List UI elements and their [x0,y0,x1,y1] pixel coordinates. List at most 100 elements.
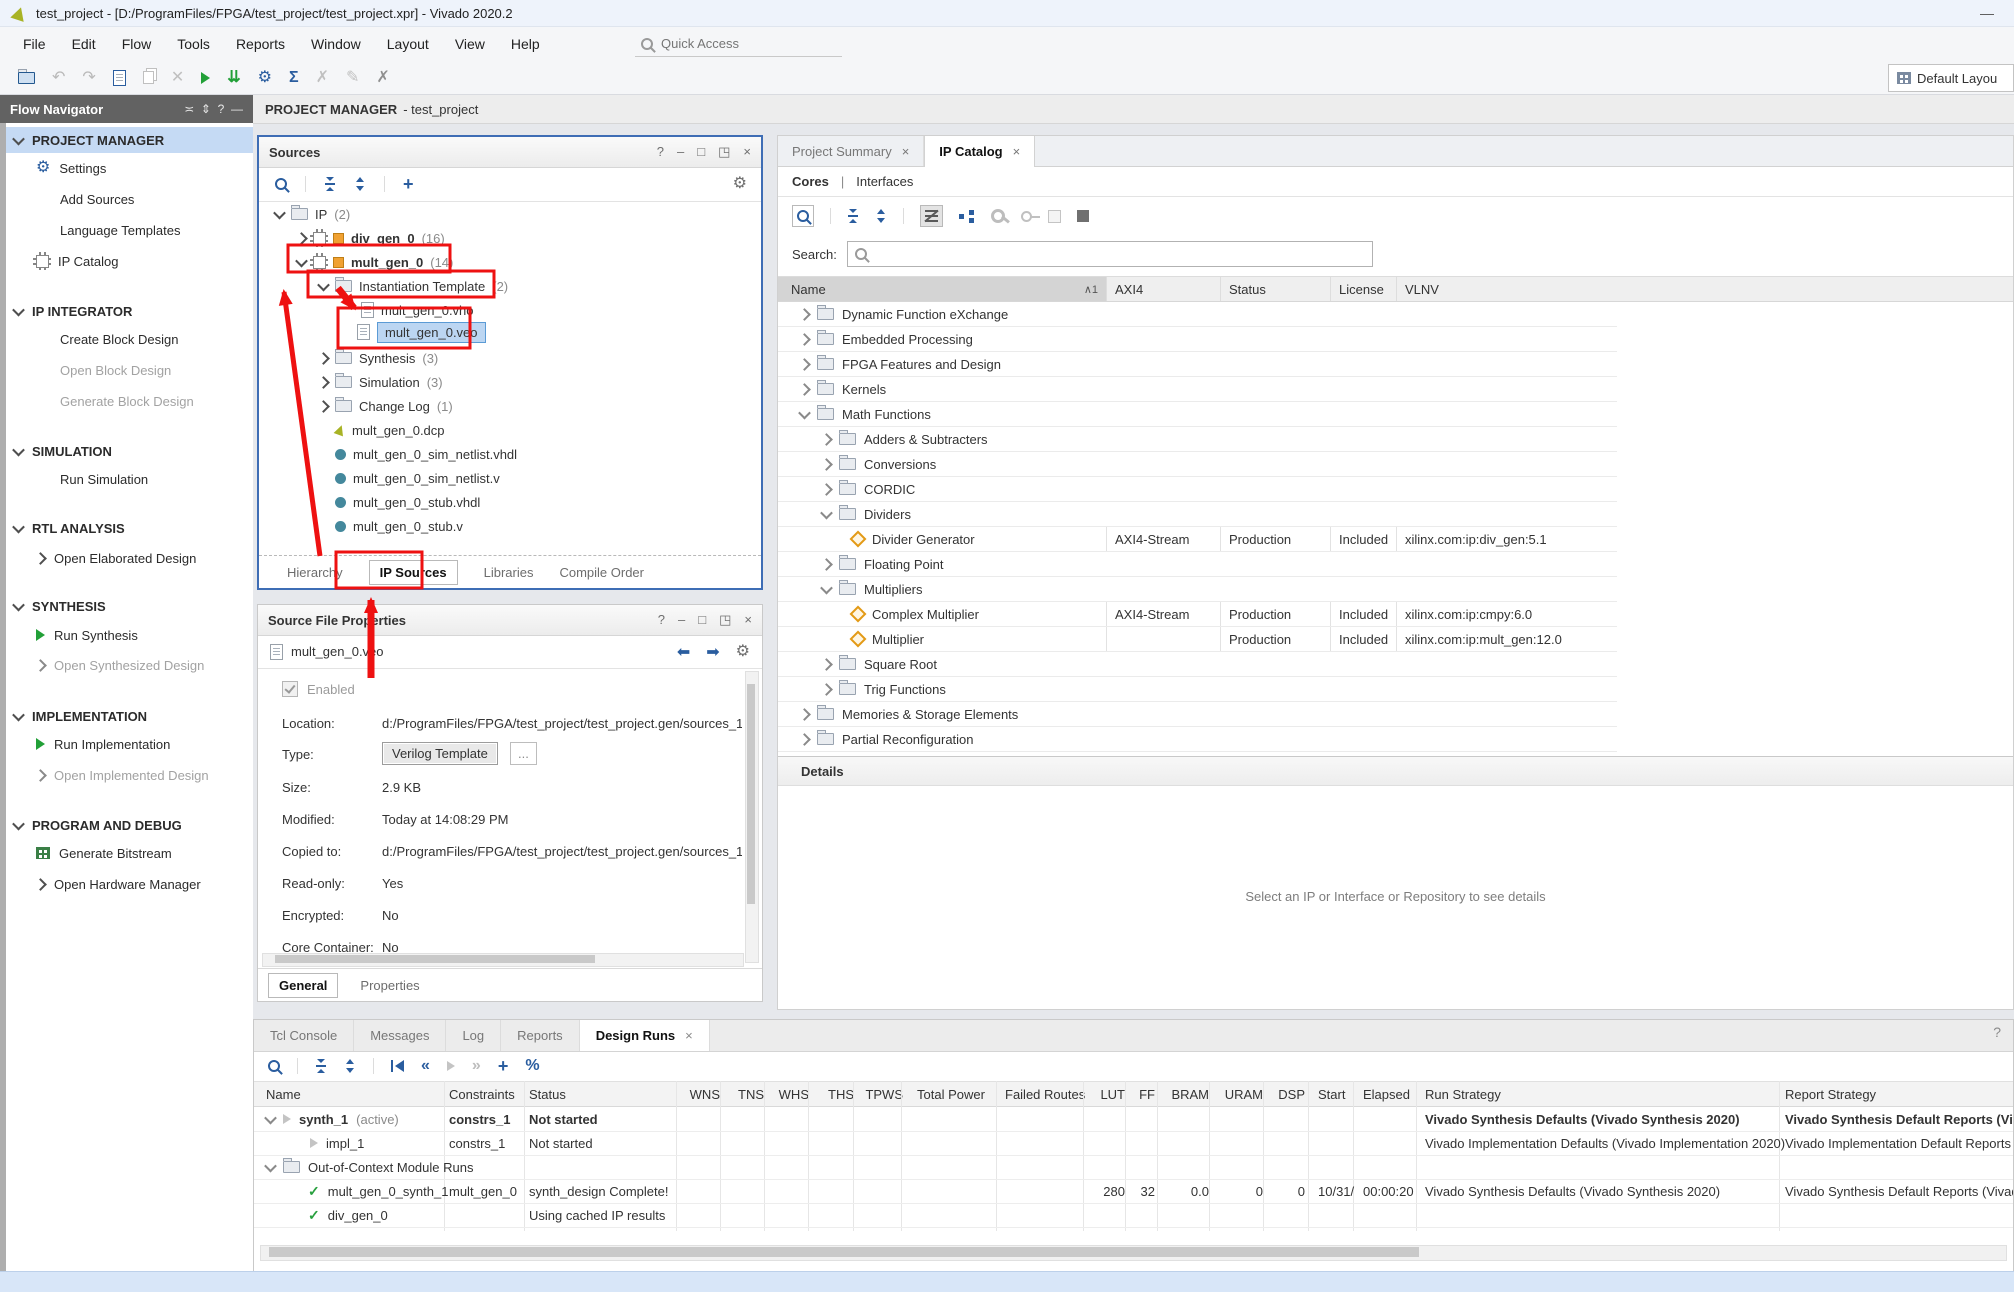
menu-reports[interactable]: Reports [223,36,298,52]
float-icon[interactable]: ◳ [719,612,731,628]
chevron-right-icon[interactable] [798,333,811,346]
column-header-status[interactable]: Status [529,1082,566,1106]
column-header-license[interactable]: License [1330,277,1405,301]
catalog-row-cordic[interactable]: CORDIC [778,477,1617,502]
tree-item-div-gen-0[interactable]: div_gen_0 (16) [261,226,759,250]
column-header-status[interactable]: Status [1220,277,1339,301]
sidebar-item-language-templates[interactable]: Language Templates [6,217,253,243]
menu-tools[interactable]: Tools [164,36,223,52]
delete-icon[interactable]: ✕ [171,70,184,86]
minimize-icon[interactable]: – [678,612,685,628]
expand-all-icon[interactable] [344,1059,356,1073]
step-icon[interactable]: ⇊ [227,70,240,86]
gear-icon[interactable]: ⚙ [733,176,747,192]
chevron-right-icon[interactable] [798,308,811,321]
chevron-right-icon[interactable] [295,232,308,245]
type-dropdown[interactable]: Verilog Template [382,742,498,765]
column-header-lut[interactable]: LUT [1085,1082,1125,1106]
tab-ip-catalog[interactable]: IP Catalog × [924,136,1035,167]
close-icon[interactable]: × [743,144,751,160]
column-header-start[interactable]: Start [1318,1082,1345,1106]
menu-window[interactable]: Window [298,36,374,52]
float-icon[interactable]: ◳ [718,144,730,160]
tree-item-simulation[interactable]: Simulation (3) [261,370,759,394]
chevron-right-icon[interactable] [820,558,833,571]
sidebar-section-ip-integrator[interactable]: IP INTEGRATOR [6,298,253,324]
expand-all-icon[interactable] [354,177,366,191]
chevron-right-icon[interactable] [820,683,833,696]
back-arrow-icon[interactable]: ⬅ [677,642,690,662]
catalog-row-divider-generator[interactable]: Divider Generator AXI4-Stream Production… [778,527,1617,552]
tree-item-stub-vhdl[interactable]: mult_gen_0_stub.vhdl [261,490,759,514]
horizontal-scrollbar[interactable] [262,953,744,967]
tree-item-sim-netlist-vhdl[interactable]: mult_gen_0_sim_netlist.vhdl [261,442,759,466]
unhighlight-icon[interactable]: ✗ [316,70,329,86]
catalog-row-kernels[interactable]: Kernels [778,377,1617,402]
catalog-search-box[interactable] [847,241,1373,267]
tree-item-change-log[interactable]: Change Log (1) [261,394,759,418]
column-header-elapsed[interactable]: Elapsed [1363,1082,1410,1106]
chevron-right-icon[interactable] [798,358,811,371]
scrollbar-thumb[interactable] [275,955,595,963]
chevron-right-icon[interactable] [820,433,833,446]
menu-layout[interactable]: Layout [374,36,442,52]
column-header-vlnv[interactable]: VLNV [1396,277,1626,301]
panel-window-buttons[interactable]: ? – □ ◳ × [657,144,751,160]
group-by-hierarchy-icon[interactable] [959,210,975,223]
catalog-row-dividers[interactable]: Dividers [778,502,1617,527]
sidebar-item-open-synthesized-design[interactable]: Open Synthesized Design [6,652,253,678]
sidebar-section-implementation[interactable]: IMPLEMENTATION [6,703,253,729]
minimize-icon[interactable]: – [677,144,684,160]
wrench-icon[interactable] [991,209,1005,223]
report-sigma-icon[interactable]: Σ [289,70,299,86]
column-header-name[interactable]: Name ∧1 [778,277,1106,301]
tab-properties[interactable]: Properties [360,978,419,993]
redo-icon[interactable]: ↷ [82,70,95,86]
catalog-row-square-root[interactable]: Square Root [778,652,1617,677]
chevron-down-icon[interactable] [820,506,833,519]
chevron-right-icon[interactable] [820,483,833,496]
tab-ip-sources[interactable]: IP Sources [369,560,458,585]
run-row-div-gen-0[interactable]: ✓ div_gen_0 Using cached IP results [254,1203,2013,1228]
search-icon[interactable] [792,205,814,227]
catalog-row-floating-point[interactable]: Floating Point [778,552,1617,577]
tree-item-mult-gen-0-veo[interactable]: mult_gen_0.veo [261,320,759,344]
maximize-icon[interactable]: □ [698,612,706,628]
catalog-row-trig-functions[interactable]: Trig Functions [778,677,1617,702]
details-section-header[interactable]: Details [778,756,2013,786]
chevron-down-icon[interactable] [264,1111,277,1124]
column-header-total-power[interactable]: Total Power [917,1082,985,1106]
open-project-icon[interactable] [18,72,35,84]
collapse-all-icon[interactable] [324,177,336,191]
close-icon[interactable]: × [744,612,752,628]
stop-icon[interactable] [1077,210,1089,222]
catalog-row-conversions[interactable]: Conversions [778,452,1617,477]
collapse-all-icon[interactable] [315,1059,327,1073]
chevron-right-icon[interactable] [317,352,330,365]
help-icon[interactable]: ? [1993,1024,2001,1040]
sidebar-item-generate-bitstream[interactable]: Generate Bitstream [6,840,253,866]
column-header-whs[interactable]: WHS [765,1082,809,1106]
tree-item-mult-gen-0-vho[interactable]: mult_gen_0.vho [261,298,759,322]
tab-reports[interactable]: Reports [501,1020,580,1051]
expand-all-icon[interactable] [875,209,887,223]
sidebar-item-open-implemented-design[interactable]: Open Implemented Design [6,762,253,788]
tab-tcl-console[interactable]: Tcl Console [254,1020,354,1051]
sidebar-item-run-simulation[interactable]: Run Simulation [6,466,253,492]
sidebar-section-project-manager[interactable]: PROJECT MANAGER [6,127,253,153]
column-header-bram[interactable]: BRAM [1157,1082,1209,1106]
menu-edit[interactable]: Edit [59,36,109,52]
chevron-down-icon[interactable] [798,406,811,419]
subtab-cores[interactable]: Cores [792,174,829,189]
tab-messages[interactable]: Messages [354,1020,446,1051]
run-icon[interactable] [201,72,210,84]
menu-file[interactable]: File [10,36,59,52]
step-back-icon[interactable]: « [421,1058,430,1074]
catalog-row-complex-multiplier[interactable]: Complex Multiplier AXI4-Stream Productio… [778,602,1617,627]
panel-window-buttons[interactable]: ? – □ ◳ × [658,612,752,628]
sidebar-item-add-sources[interactable]: Add Sources [6,186,253,212]
catalog-row-math-functions[interactable]: Math Functions [778,402,1617,427]
tree-item-sim-netlist-v[interactable]: mult_gen_0_sim_netlist.v [261,466,759,490]
tab-log[interactable]: Log [446,1020,501,1051]
copy-icon[interactable] [143,71,154,84]
